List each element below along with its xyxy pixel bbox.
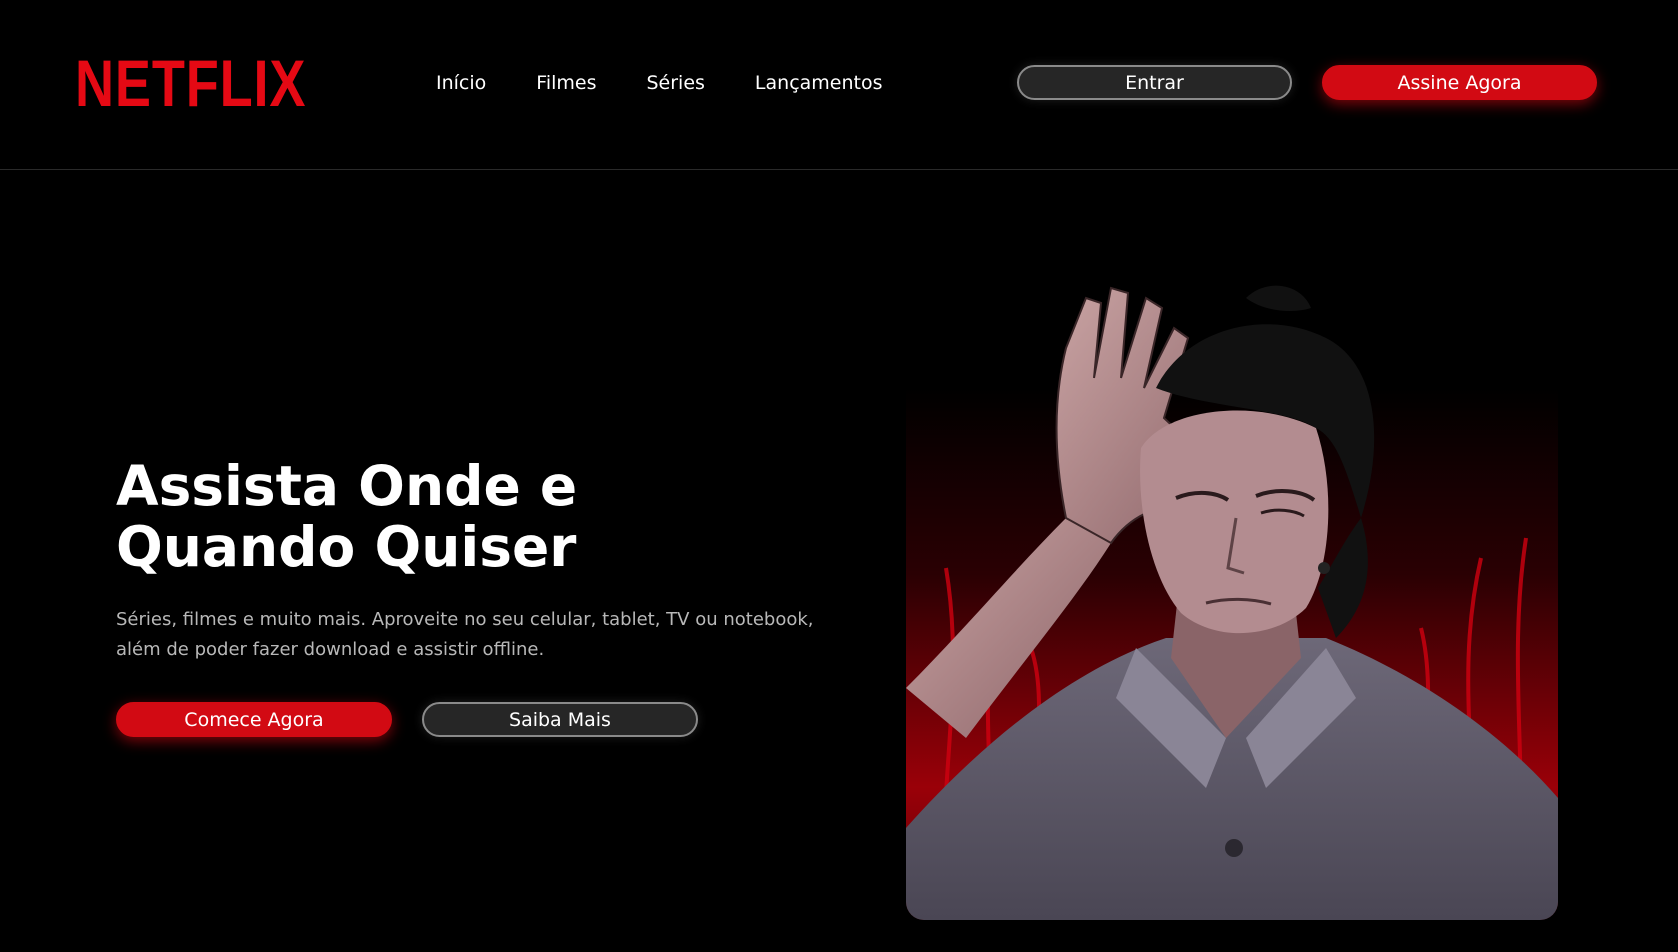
nav-link-filmes[interactable]: Filmes [536, 69, 596, 97]
main-nav: Início Filmes Séries Lançamentos [436, 69, 883, 97]
hero-title: Assista Onde e Quando Quiser [116, 454, 578, 579]
hero-description: Séries, filmes e muito mais. Aproveite n… [116, 609, 814, 660]
learn-more-button[interactable]: Saiba Mais [422, 702, 698, 737]
site-header: NETFLIX Início Filmes Séries Lançamentos… [0, 0, 1678, 170]
nav-link-inicio[interactable]: Início [436, 69, 486, 97]
hero-artwork-image [906, 268, 1558, 920]
nav-link-lancamentos[interactable]: Lançamentos [755, 69, 883, 97]
netflix-logo[interactable]: NETFLIX [75, 50, 306, 116]
subscribe-button[interactable]: Assine Agora [1322, 65, 1597, 100]
start-now-button[interactable]: Comece Agora [116, 702, 392, 737]
landing-page: NETFLIX Início Filmes Séries Lançamentos… [0, 0, 1678, 952]
login-button[interactable]: Entrar [1017, 65, 1292, 100]
nav-link-series[interactable]: Séries [646, 69, 704, 97]
